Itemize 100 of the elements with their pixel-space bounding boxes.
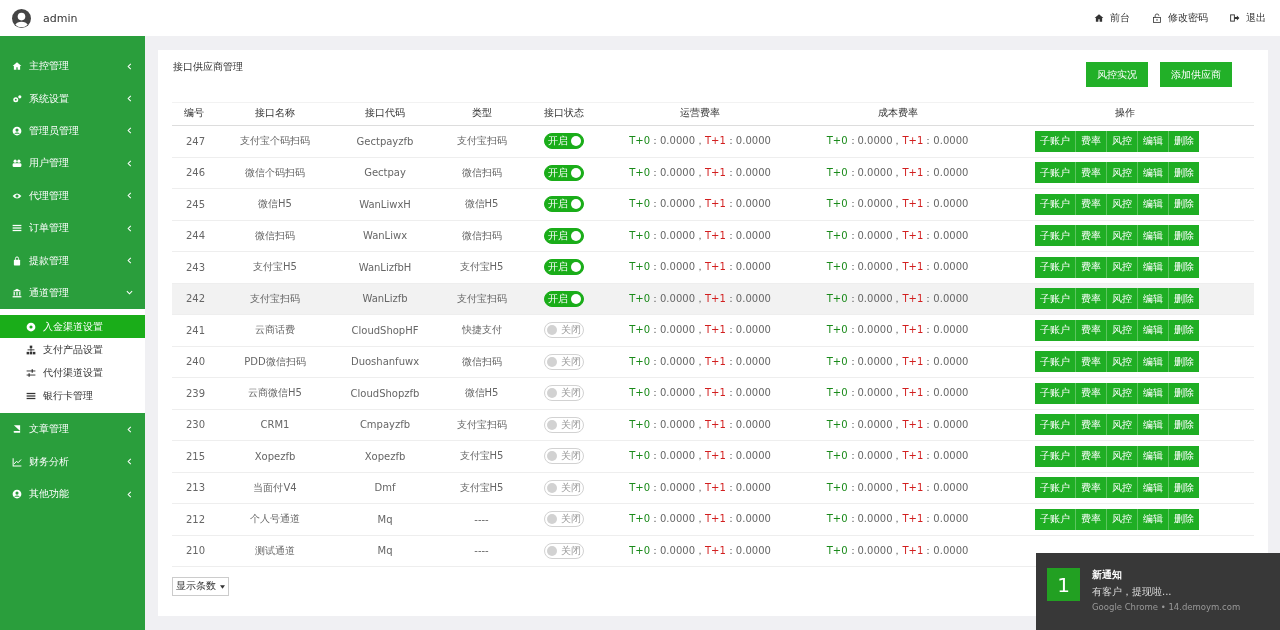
nav-item[interactable]: 文章管理 (0, 413, 145, 446)
row-action-button[interactable]: 子账户 (1035, 319, 1076, 341)
row-action-button[interactable]: 删除 (1169, 288, 1199, 310)
row-action-button[interactable]: 删除 (1169, 351, 1199, 373)
row-action-button[interactable]: 子账户 (1035, 288, 1076, 310)
row-action-button[interactable]: 费率 (1076, 477, 1107, 499)
nav-item[interactable]: 用户管理 (0, 147, 145, 180)
row-action-button[interactable]: 费率 (1076, 319, 1107, 341)
row-action-button[interactable]: 编辑 (1138, 477, 1169, 499)
status-toggle[interactable]: 开启 (544, 164, 584, 181)
row-action-button[interactable]: 子账户 (1035, 445, 1076, 467)
row-action-button[interactable]: 编辑 (1138, 193, 1169, 215)
row-action-button[interactable]: 风控 (1107, 351, 1138, 373)
submenu-item[interactable]: 入金渠道设置 (0, 315, 145, 339)
status-toggle[interactable]: 关闭 (544, 416, 584, 433)
status-toggle[interactable]: 开启 (544, 133, 584, 150)
row-action-button[interactable]: 费率 (1076, 288, 1107, 310)
row-action-button[interactable]: 编辑 (1138, 319, 1169, 341)
row-action-button[interactable]: 风控 (1107, 477, 1138, 499)
row-action-button[interactable]: 子账户 (1035, 414, 1076, 436)
status-toggle[interactable]: 关闭 (544, 448, 584, 465)
row-action-button[interactable]: 编辑 (1138, 414, 1169, 436)
nav-item[interactable]: 通道管理 (0, 276, 145, 310)
row-action-button[interactable]: 风控 (1107, 319, 1138, 341)
nav-item[interactable]: 提款管理 (0, 244, 145, 277)
row-action-button[interactable]: 删除 (1169, 319, 1199, 341)
notification-toast[interactable]: 1 新通知 有客户，提现啦... Google Chrome • 14.demoym.com (1036, 553, 1280, 630)
row-action-button[interactable]: 费率 (1076, 382, 1107, 404)
row-action-button[interactable]: 编辑 (1138, 162, 1169, 184)
nav-item[interactable]: 代理管理 (0, 179, 145, 212)
row-action-button[interactable]: 删除 (1169, 477, 1199, 499)
row-action-button[interactable]: 子账户 (1035, 162, 1076, 184)
row-action-button[interactable]: 子账户 (1035, 193, 1076, 215)
row-action-button[interactable]: 费率 (1076, 130, 1107, 152)
row-action-button[interactable]: 费率 (1076, 414, 1107, 436)
header-link[interactable]: 退出 (1230, 11, 1266, 25)
status-toggle[interactable]: 关闭 (544, 385, 584, 402)
header-link[interactable]: 修改密码 (1152, 11, 1208, 25)
row-action-button[interactable]: 费率 (1076, 256, 1107, 278)
row-action-button[interactable]: 费率 (1076, 162, 1107, 184)
row-action-button[interactable]: 删除 (1169, 382, 1199, 404)
page-size-select[interactable]: 显示条数 (172, 577, 229, 596)
action-button[interactable]: 添加供应商 (1160, 62, 1232, 87)
header-link[interactable]: 前台 (1094, 11, 1130, 25)
submenu-item[interactable]: 银行卡管理 (0, 384, 145, 408)
row-action-button[interactable]: 子账户 (1035, 508, 1076, 530)
row-action-button[interactable]: 编辑 (1138, 382, 1169, 404)
row-action-button[interactable]: 费率 (1076, 445, 1107, 467)
status-toggle[interactable]: 开启 (544, 259, 584, 276)
action-button[interactable]: 风控实况 (1086, 62, 1148, 87)
row-action-button[interactable]: 子账户 (1035, 477, 1076, 499)
row-action-button[interactable]: 费率 (1076, 225, 1107, 247)
row-action-button[interactable]: 子账户 (1035, 382, 1076, 404)
row-action-button[interactable]: 编辑 (1138, 130, 1169, 152)
nav-item[interactable]: 管理员管理 (0, 114, 145, 148)
row-action-button[interactable]: 删除 (1169, 414, 1199, 436)
nav-item[interactable]: 订单管理 (0, 211, 145, 245)
status-toggle[interactable]: 开启 (544, 196, 584, 213)
row-action-button[interactable]: 风控 (1107, 288, 1138, 310)
status-toggle[interactable]: 关闭 (544, 322, 584, 339)
row-action-button[interactable]: 费率 (1076, 508, 1107, 530)
status-toggle[interactable]: 开启 (544, 227, 584, 244)
submenu-item[interactable]: 代付渠道设置 (0, 361, 145, 385)
row-action-button[interactable]: 风控 (1107, 193, 1138, 215)
row-action-button[interactable]: 删除 (1169, 162, 1199, 184)
row-action-button[interactable]: 删除 (1169, 256, 1199, 278)
row-action-button[interactable]: 编辑 (1138, 288, 1169, 310)
row-action-button[interactable]: 费率 (1076, 193, 1107, 215)
nav-item[interactable]: 主控管理 (0, 50, 145, 83)
row-action-button[interactable]: 删除 (1169, 445, 1199, 467)
status-toggle[interactable]: 关闭 (544, 353, 584, 370)
row-action-button[interactable]: 风控 (1107, 225, 1138, 247)
row-action-button[interactable]: 子账户 (1035, 130, 1076, 152)
row-action-button[interactable]: 编辑 (1138, 225, 1169, 247)
row-action-button[interactable]: 子账户 (1035, 256, 1076, 278)
row-action-button[interactable]: 风控 (1107, 382, 1138, 404)
row-action-button[interactable]: 删除 (1169, 130, 1199, 152)
row-action-button[interactable]: 删除 (1169, 508, 1199, 530)
row-action-button[interactable]: 风控 (1107, 445, 1138, 467)
row-action-button[interactable]: 风控 (1107, 162, 1138, 184)
row-action-button[interactable]: 费率 (1076, 351, 1107, 373)
row-action-button[interactable]: 删除 (1169, 193, 1199, 215)
nav-item[interactable]: 财务分析 (0, 445, 145, 478)
row-action-button[interactable]: 子账户 (1035, 225, 1076, 247)
nav-item[interactable]: 系统设置 (0, 82, 145, 115)
nav-item[interactable]: 其他功能 (0, 477, 145, 511)
row-action-button[interactable]: 删除 (1169, 225, 1199, 247)
row-action-button[interactable]: 风控 (1107, 130, 1138, 152)
status-toggle[interactable]: 开启 (544, 290, 584, 307)
row-action-button[interactable]: 编辑 (1138, 256, 1169, 278)
row-action-button[interactable]: 编辑 (1138, 351, 1169, 373)
row-action-button[interactable]: 编辑 (1138, 445, 1169, 467)
row-action-button[interactable]: 风控 (1107, 256, 1138, 278)
row-action-button[interactable]: 子账户 (1035, 351, 1076, 373)
row-action-button[interactable]: 编辑 (1138, 508, 1169, 530)
row-action-button[interactable]: 风控 (1107, 414, 1138, 436)
status-toggle[interactable]: 关闭 (544, 479, 584, 496)
row-action-button[interactable]: 风控 (1107, 508, 1138, 530)
submenu-item[interactable]: 支付产品设置 (0, 338, 145, 362)
status-toggle[interactable]: 关闭 (544, 511, 584, 528)
